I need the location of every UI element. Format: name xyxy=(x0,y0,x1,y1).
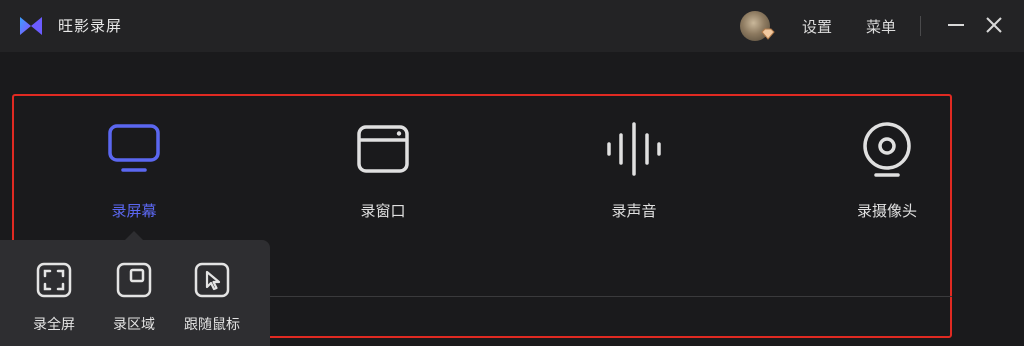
settings-button[interactable]: 设置 xyxy=(802,16,832,37)
submode-fullscreen[interactable]: 录全屏 xyxy=(26,262,82,334)
webcam-icon xyxy=(863,122,911,177)
mode-label: 录摄像头 xyxy=(856,202,917,220)
mode-record-camera[interactable]: 录摄像头 xyxy=(817,120,957,221)
monitor-icon xyxy=(108,124,160,172)
play-logo-icon xyxy=(20,17,42,35)
cursor-follow-icon xyxy=(194,262,230,298)
titlebar-divider xyxy=(920,16,921,36)
mode-record-screen[interactable]: 录屏幕 xyxy=(64,120,204,221)
mode-record-audio[interactable]: 录声音 xyxy=(564,120,704,221)
region-icon xyxy=(116,262,152,298)
window-icon xyxy=(357,125,409,173)
submode-label: 录区域 xyxy=(113,317,155,333)
mode-label: 录窗口 xyxy=(360,202,406,220)
app-title: 旺影录屏 xyxy=(58,17,123,35)
mode-label: 录声音 xyxy=(611,202,657,220)
submode-label: 跟随鼠标 xyxy=(184,317,240,333)
menu-button[interactable]: 菜单 xyxy=(866,16,896,37)
content-divider xyxy=(260,296,952,297)
mode-record-window[interactable]: 录窗口 xyxy=(313,120,453,221)
audio-wave-icon xyxy=(607,122,661,176)
fullscreen-icon xyxy=(36,262,72,298)
title-bar: 旺影录屏 设置 菜单 xyxy=(0,0,1024,52)
submode-label: 录全屏 xyxy=(33,317,75,333)
submode-follow-mouse[interactable]: 跟随鼠标 xyxy=(176,262,248,334)
close-icon[interactable] xyxy=(983,14,1005,36)
vip-badge-icon xyxy=(761,28,775,40)
submode-region[interactable]: 录区域 xyxy=(104,262,164,334)
mode-label: 录屏幕 xyxy=(111,202,157,220)
minimize-icon[interactable] xyxy=(945,14,967,36)
